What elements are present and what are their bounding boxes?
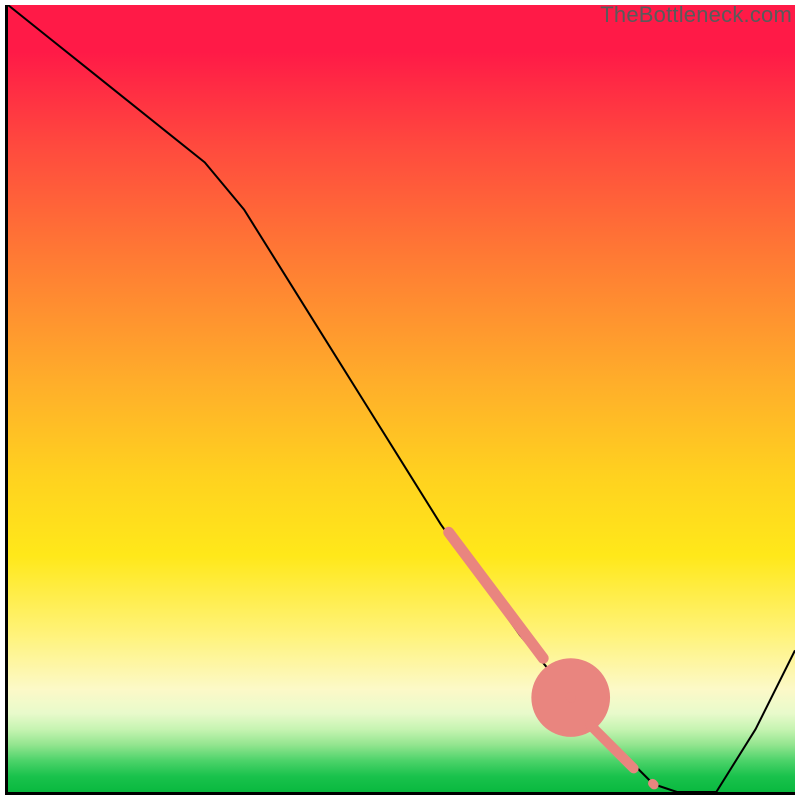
- highlight-band-2: [590, 725, 633, 768]
- chart-stage: TheBottleneck.com: [0, 0, 800, 800]
- highlight-dot-1-fallback: [570, 697, 572, 699]
- plot-area: [5, 5, 795, 795]
- curve-layer: [8, 5, 795, 792]
- highlight-band-1: [449, 532, 543, 658]
- watermark-text: TheBottleneck.com: [600, 2, 792, 28]
- highlight-dot-2: [653, 783, 655, 785]
- bottleneck-curve: [8, 5, 795, 792]
